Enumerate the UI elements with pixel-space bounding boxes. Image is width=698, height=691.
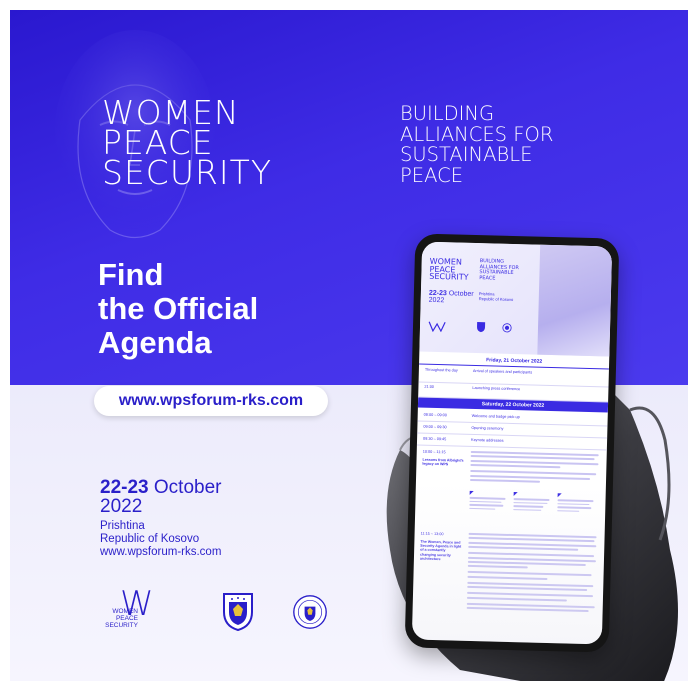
cta-line: Find xyxy=(98,257,164,292)
tagline-line: BUILDING xyxy=(400,102,495,125)
wps-logo-line: SECURITY xyxy=(105,622,138,629)
row-time: Throughout the day xyxy=(424,367,458,373)
screen-face-graphic xyxy=(537,244,613,357)
friday-schedule: Throughout the day Arrival of speakers a… xyxy=(418,365,609,403)
screen-date-month: October xyxy=(448,290,474,298)
kosovo-emblem-icon xyxy=(223,593,253,632)
row-item: Launching press conference xyxy=(472,385,521,392)
forum-poster: WOMEN PEACE SECURITY BUILDING ALLIANCES … xyxy=(10,10,688,681)
session-title: Lessons from Albright's legacy on WPS xyxy=(422,457,464,467)
screen-seal-icon xyxy=(502,323,512,333)
session-description xyxy=(469,450,601,487)
date-days: 22-23 xyxy=(100,477,149,498)
row-time: 08:00 – 09:00 xyxy=(423,412,447,418)
text-line xyxy=(469,478,541,483)
session-time: 10:00 – 11:15 xyxy=(422,449,446,455)
screen-title: WOMEN PEACE SECURITY xyxy=(429,257,469,282)
phone-screen: WOMEN PEACE SECURITY BUILDING ALLIANCES … xyxy=(411,241,613,645)
date-year: 2022 xyxy=(100,496,143,517)
title-line: SECURITY xyxy=(102,153,272,192)
row-item: Keynote addresses xyxy=(471,437,504,443)
ministry-seal-icon xyxy=(293,595,327,629)
wps-logo-text: WOMEN PEACE SECURITY xyxy=(100,608,138,629)
tagline-line: SUSTAINABLE xyxy=(400,143,533,166)
screen-location-country: Republic of Kosovo xyxy=(478,295,514,302)
saturday-schedule: 08:00 – 09:00 Welcome and badge pick-up … xyxy=(416,409,608,451)
screen-wps-logo-icon xyxy=(428,321,446,333)
wps-logo-line: PEACE xyxy=(115,615,138,622)
location-url: www.wpsforum-rks.com xyxy=(100,546,222,558)
event-location: Prishtina Republic of Kosovo www.wpsforu… xyxy=(100,520,221,559)
row-item: Arrival of speakers and participants xyxy=(472,368,533,375)
screen-tagline: BUILDING ALLIANCES FOR SUSTAINABLE PEACE xyxy=(479,258,519,282)
screen-shade xyxy=(411,481,606,645)
partner-logos: W WOMEN PEACE SECURITY xyxy=(100,584,340,640)
row-item: Welcome and badge pick-up xyxy=(471,413,520,420)
event-date: 22-23 October 2022 xyxy=(100,478,221,516)
location-country: Republic of Kosovo xyxy=(100,533,200,545)
cta-line: the Official xyxy=(98,291,259,326)
row-time: 21:00 xyxy=(424,384,435,389)
row-time: 09:30 – 09:45 xyxy=(423,436,447,442)
location-city: Prishtina xyxy=(100,520,145,532)
tagline-line: ALLIANCES FOR xyxy=(400,122,554,146)
main-title: WOMEN PEACE SECURITY xyxy=(102,96,272,192)
call-to-action: Find the Official Agenda xyxy=(98,258,258,360)
row-time: 09:00 – 09:30 xyxy=(423,424,447,430)
screen-title-line: SECURITY xyxy=(429,271,469,282)
screen-location: Prishtina Republic of Kosovo xyxy=(478,291,514,302)
screen-date: 22-23 October 2022 xyxy=(429,290,474,305)
tagline: BUILDING ALLIANCES FOR SUSTAINABLE PEACE xyxy=(400,102,554,187)
screen-tagline-line: PEACE xyxy=(479,274,496,282)
screen-date-year: 2022 xyxy=(428,296,445,305)
smartphone: WOMEN PEACE SECURITY BUILDING ALLIANCES … xyxy=(404,233,620,653)
screen-logos xyxy=(428,320,538,337)
screen-emblem-icon xyxy=(477,322,486,333)
row-item: Opening ceremony xyxy=(471,425,504,431)
cta-line: Agenda xyxy=(98,325,212,360)
wps-logo: W WOMEN PEACE SECURITY xyxy=(100,584,160,636)
tagline-line: PEACE xyxy=(400,163,464,187)
wps-logo-line: WOMEN xyxy=(112,608,138,615)
text-line xyxy=(470,464,561,469)
website-link-button[interactable]: www.wpsforum-rks.com xyxy=(94,386,328,416)
date-month: October xyxy=(153,477,222,498)
